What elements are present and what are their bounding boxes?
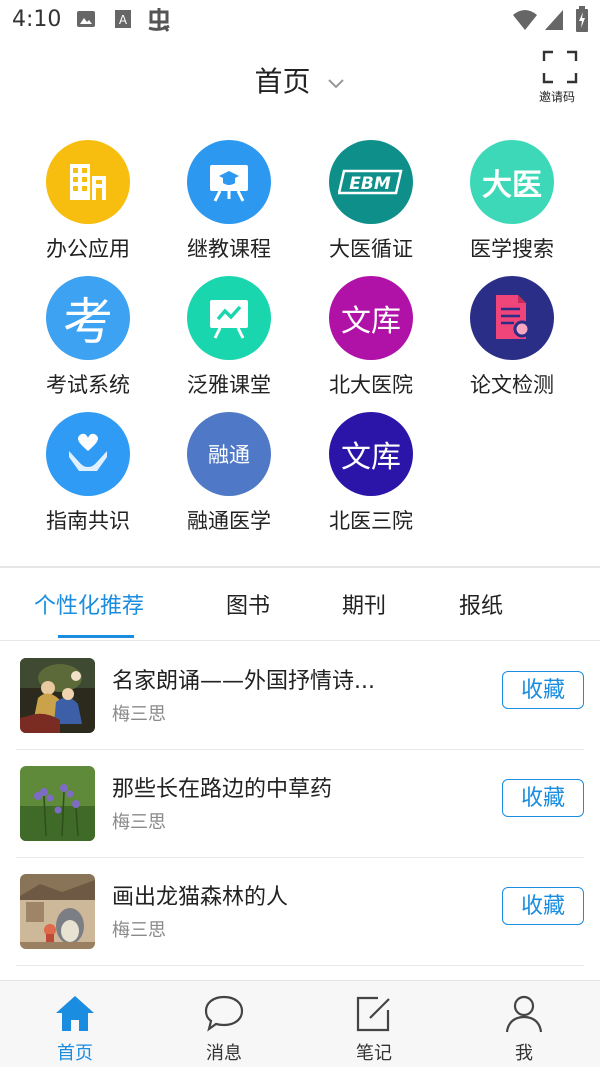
office-building-icon xyxy=(46,140,130,224)
signal-icon xyxy=(544,9,564,35)
app-label: 办公应用 xyxy=(46,237,130,261)
home-icon xyxy=(53,996,97,1037)
bottom-navigation: 首页 消息 笔记 我 xyxy=(0,980,600,1067)
tab-journals[interactable]: 期刊 xyxy=(342,588,386,620)
list-item[interactable]: 那些长在路边的中草药 梅三思 收藏 xyxy=(16,749,584,858)
bug-notification-icon xyxy=(146,6,172,38)
tab-personalized[interactable]: 个性化推荐 xyxy=(34,588,144,620)
app-label: 继教课程 xyxy=(187,237,271,261)
favorite-button[interactable]: 收藏 xyxy=(502,887,584,925)
user-icon xyxy=(502,995,546,1037)
exam-character-icon: 考 xyxy=(46,276,130,360)
active-tab-indicator xyxy=(58,635,134,638)
status-time: 4:10 xyxy=(12,7,62,32)
app-label: 大医循证 xyxy=(329,237,413,261)
document-search-icon xyxy=(470,276,554,360)
ebm-icon: EBM xyxy=(329,140,413,224)
app-label: 北医三院 xyxy=(329,509,413,533)
app-office[interactable]: 办公应用 xyxy=(17,140,159,263)
nav-label: 首页 xyxy=(57,1043,93,1064)
wifi-icon xyxy=(512,9,538,35)
app-continuing-education[interactable]: 继教课程 xyxy=(158,140,300,263)
app-label: 融通医学 xyxy=(187,509,271,533)
app-paper-check[interactable]: 论文检测 xyxy=(441,276,583,399)
app-ebm[interactable]: EBM 大医循证 xyxy=(300,140,442,263)
nav-label: 消息 xyxy=(206,1043,242,1064)
invite-code-button[interactable]: 邀请码 xyxy=(538,50,582,105)
nav-notes[interactable]: 笔记 xyxy=(324,993,424,1065)
edit-note-icon xyxy=(352,996,396,1037)
item-title: 那些长在路边的中草药 xyxy=(112,777,333,802)
favorite-button[interactable]: 收藏 xyxy=(502,779,584,817)
app-label: 北大医院 xyxy=(329,373,413,397)
item-title: 画出龙猫森林的人 xyxy=(112,885,289,910)
dayi-text-icon: 大医 xyxy=(470,140,554,224)
text-notification-icon: A xyxy=(114,9,132,33)
page-title-selector[interactable]: 首页 xyxy=(0,60,600,100)
content-tabs: 个性化推荐 图书 期刊 报纸 xyxy=(0,568,600,641)
app-pku-hospital[interactable]: 文库 北大医院 xyxy=(300,276,442,399)
list-item[interactable]: 画出龙猫森林的人 梅三思 收藏 xyxy=(16,857,584,966)
app-exam-system[interactable]: 考 考试系统 xyxy=(17,276,159,399)
wenku-icon: 文库 xyxy=(329,412,413,496)
item-author: 梅三思 xyxy=(112,704,166,725)
page-header: 首页 邀请码 xyxy=(0,40,600,122)
chevron-down-icon xyxy=(327,64,345,97)
app-label: 泛雅课堂 xyxy=(187,373,271,397)
status-bar: 4:10 A xyxy=(0,0,600,40)
app-rongtong-medicine[interactable]: 融通 融通医学 xyxy=(158,412,300,535)
svg-text:A: A xyxy=(119,13,128,27)
image-notification-icon xyxy=(76,9,96,33)
tab-books[interactable]: 图书 xyxy=(226,588,270,620)
cover-thumbnail-flowers xyxy=(20,766,95,841)
chat-bubble-icon xyxy=(202,995,246,1037)
nav-home[interactable]: 首页 xyxy=(25,993,125,1065)
battery-charging-icon xyxy=(576,6,588,36)
app-label: 论文检测 xyxy=(470,373,554,397)
app-label: 医学搜索 xyxy=(470,237,554,261)
app-label: 指南共识 xyxy=(46,509,130,533)
item-author: 梅三思 xyxy=(112,812,166,833)
nav-messages[interactable]: 消息 xyxy=(174,993,274,1065)
classroom-board-icon xyxy=(187,276,271,360)
nav-label: 我 xyxy=(515,1043,533,1064)
item-author: 梅三思 xyxy=(112,920,166,941)
scan-frame-icon xyxy=(542,50,578,88)
app-pku-third-hospital[interactable]: 文库 北医三院 xyxy=(300,412,442,535)
page-title: 首页 xyxy=(254,65,311,98)
wenku-icon: 文库 xyxy=(329,276,413,360)
item-title: 名家朗诵——外国抒情诗... xyxy=(112,669,375,694)
nav-me[interactable]: 我 xyxy=(474,993,574,1065)
app-guidelines[interactable]: 指南共识 xyxy=(17,412,159,535)
app-medical-search[interactable]: 大医 医学搜索 xyxy=(441,140,583,263)
cover-thumbnail-painting xyxy=(20,658,95,733)
hands-heart-icon xyxy=(46,412,130,496)
app-label: 考试系统 xyxy=(46,373,130,397)
invite-code-label: 邀请码 xyxy=(538,90,575,104)
presentation-graduation-icon xyxy=(187,140,271,224)
rongtong-icon: 融通 xyxy=(187,412,271,496)
tab-newspapers[interactable]: 报纸 xyxy=(459,588,503,620)
nav-label: 笔记 xyxy=(356,1043,392,1064)
cover-thumbnail-totoro xyxy=(20,874,95,949)
favorite-button[interactable]: 收藏 xyxy=(502,671,584,709)
list-item[interactable]: 名家朗诵——外国抒情诗... 梅三思 收藏 xyxy=(16,641,584,750)
svg-text:EBM: EBM xyxy=(349,174,391,194)
app-fanya-classroom[interactable]: 泛雅课堂 xyxy=(158,276,300,399)
